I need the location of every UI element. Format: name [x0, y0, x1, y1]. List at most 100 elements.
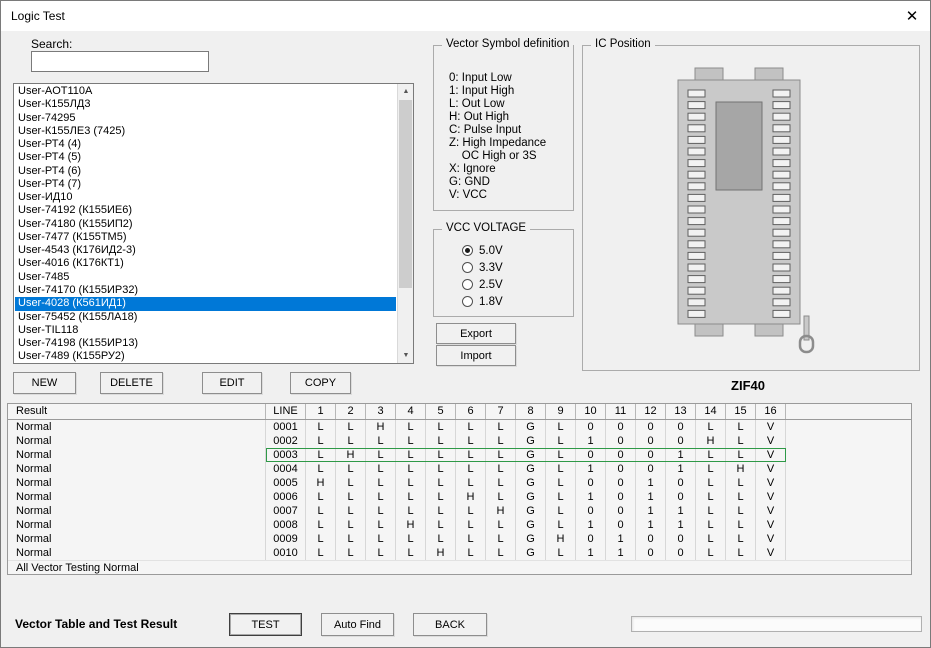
result-cell: Normal [8, 434, 266, 448]
window-title: Logic Test [1, 9, 65, 23]
vcc-option[interactable]: 1.8V [462, 293, 573, 310]
export-button[interactable]: Export [436, 323, 516, 344]
pin-slot [688, 299, 705, 306]
pin-cell: V [756, 546, 786, 560]
list-item[interactable]: User-7477 (К155ТМ5) [15, 231, 396, 244]
list-item[interactable]: User-РТ4 (6) [15, 165, 396, 178]
list-item[interactable]: User-TIL118 [15, 324, 396, 337]
row-filler [786, 462, 911, 476]
pin-cell: L [456, 518, 486, 532]
list-item[interactable]: User-РТ4 (4) [15, 138, 396, 151]
pin-slot [773, 160, 790, 167]
delete-button[interactable]: DELETE [100, 372, 163, 394]
result-cell: Normal [8, 532, 266, 546]
listbox-scrollbar[interactable]: ▲ ▼ [397, 84, 413, 363]
list-item[interactable]: User-4016 (К176КТ1) [15, 257, 396, 270]
scrollbar-thumb[interactable] [399, 100, 412, 288]
list-item[interactable]: User-74170 (К155ИР32) [15, 284, 396, 297]
ic-position-group-title: IC Position [591, 38, 655, 50]
pin-slot [688, 252, 705, 259]
result-table: ResultLINE12345678910111213141516 Normal… [7, 403, 912, 575]
list-item[interactable]: User-4543 (К176ИД2-3) [15, 244, 396, 257]
result-cell: Normal [8, 504, 266, 518]
pin-cell: L [306, 420, 336, 434]
table-header-cell: 8 [516, 404, 546, 419]
list-item[interactable]: User-7485 [15, 271, 396, 284]
pin-slot [773, 206, 790, 213]
new-button[interactable]: NEW [13, 372, 76, 394]
list-item[interactable]: User-К155ЛЕ3 (7425) [15, 125, 396, 138]
pin-cell: 1 [576, 546, 606, 560]
chip-listbox[interactable]: User-AOT110AUser-К155ЛД3User-74295User-К… [13, 83, 414, 364]
list-item[interactable]: User-РТ4 (7) [15, 178, 396, 191]
edit-button[interactable]: EDIT [202, 372, 262, 394]
pin-cell: V [756, 504, 786, 518]
vcc-option[interactable]: 2.5V [462, 276, 573, 293]
list-item[interactable]: User-74180 (К155ИП2) [15, 218, 396, 231]
list-item[interactable]: User-74295 [15, 112, 396, 125]
pin-cell: L [336, 518, 366, 532]
result-cell: Normal [8, 518, 266, 532]
copy-button[interactable]: COPY [290, 372, 351, 394]
row-filler [786, 532, 911, 546]
vcc-option-label: 1.8V [479, 296, 503, 308]
auto-find-button[interactable]: Auto Find [321, 613, 394, 636]
table-row: Normal0008LLLHLLLGL1011LLV [8, 518, 911, 532]
list-item[interactable]: User-ИД10 [15, 191, 396, 204]
pin-cell: L [486, 476, 516, 490]
pin-slot [688, 160, 705, 167]
pin-slot [773, 194, 790, 201]
row-filler [786, 518, 911, 532]
back-button[interactable]: BACK [413, 613, 487, 636]
pin-cell: V [756, 476, 786, 490]
pin-cell: 0 [636, 448, 666, 462]
result-cell: Normal [8, 490, 266, 504]
row-filler [786, 504, 911, 518]
pin-cell: H [396, 518, 426, 532]
close-icon[interactable]: ✕ [894, 1, 930, 31]
table-row: Normal0001LLHLLLLGL0000LLV [8, 420, 911, 434]
list-item[interactable]: User-К155ЛД3 [15, 98, 396, 111]
pin-cell: 1 [666, 462, 696, 476]
scroll-down-icon[interactable]: ▼ [398, 348, 414, 363]
ic-position-group: IC Position ZIF40 [582, 45, 920, 371]
vector-symbol-line: G: GND [449, 176, 573, 189]
result-cell: Normal [8, 462, 266, 476]
inserted-chip [716, 102, 762, 190]
pin-cell: 1 [636, 518, 666, 532]
pin-cell: L [426, 490, 456, 504]
table-row: Normal0010LLLLHLLGL1100LLV [8, 546, 911, 560]
test-button[interactable]: TEST [229, 613, 302, 636]
pin-slot [688, 125, 705, 132]
import-button[interactable]: Import [436, 345, 516, 366]
pin-cell: L [306, 462, 336, 476]
pin-cell: G [516, 476, 546, 490]
pin-cell: 0 [636, 462, 666, 476]
pin-cell: G [516, 490, 546, 504]
pin-cell: L [426, 476, 456, 490]
pin-cell: L [396, 448, 426, 462]
pin-cell: L [696, 504, 726, 518]
pin-slot [773, 276, 790, 283]
list-item[interactable]: User-РТ4 (5) [15, 151, 396, 164]
search-input[interactable] [31, 51, 209, 72]
vector-symbol-line: 0: Input Low [449, 72, 573, 85]
pin-cell: V [756, 434, 786, 448]
scroll-up-icon[interactable]: ▲ [398, 84, 414, 99]
vcc-option[interactable]: 5.0V [462, 242, 573, 259]
list-item[interactable]: User-74192 (К155ИЕ6) [15, 204, 396, 217]
list-item[interactable]: User-75452 (К155ЛА18) [15, 311, 396, 324]
pin-cell: L [336, 420, 366, 434]
pin-cell: L [306, 532, 336, 546]
pin-cell: L [456, 420, 486, 434]
list-item[interactable]: User-AOT110A [15, 85, 396, 98]
list-item[interactable]: User-4028 (К561ИД1) [15, 297, 396, 310]
vector-symbol-lines: 0: Input Low1: Input HighL: Out LowH: Ou… [434, 46, 573, 202]
vcc-option[interactable]: 3.3V [462, 259, 573, 276]
pin-cell: L [486, 434, 516, 448]
list-item[interactable]: User-7489 (К155РУ2) [15, 350, 396, 362]
pin-slot [688, 148, 705, 155]
list-item[interactable]: User-74198 (К155ИР13) [15, 337, 396, 350]
pin-slot [688, 287, 705, 294]
pin-slot [773, 125, 790, 132]
